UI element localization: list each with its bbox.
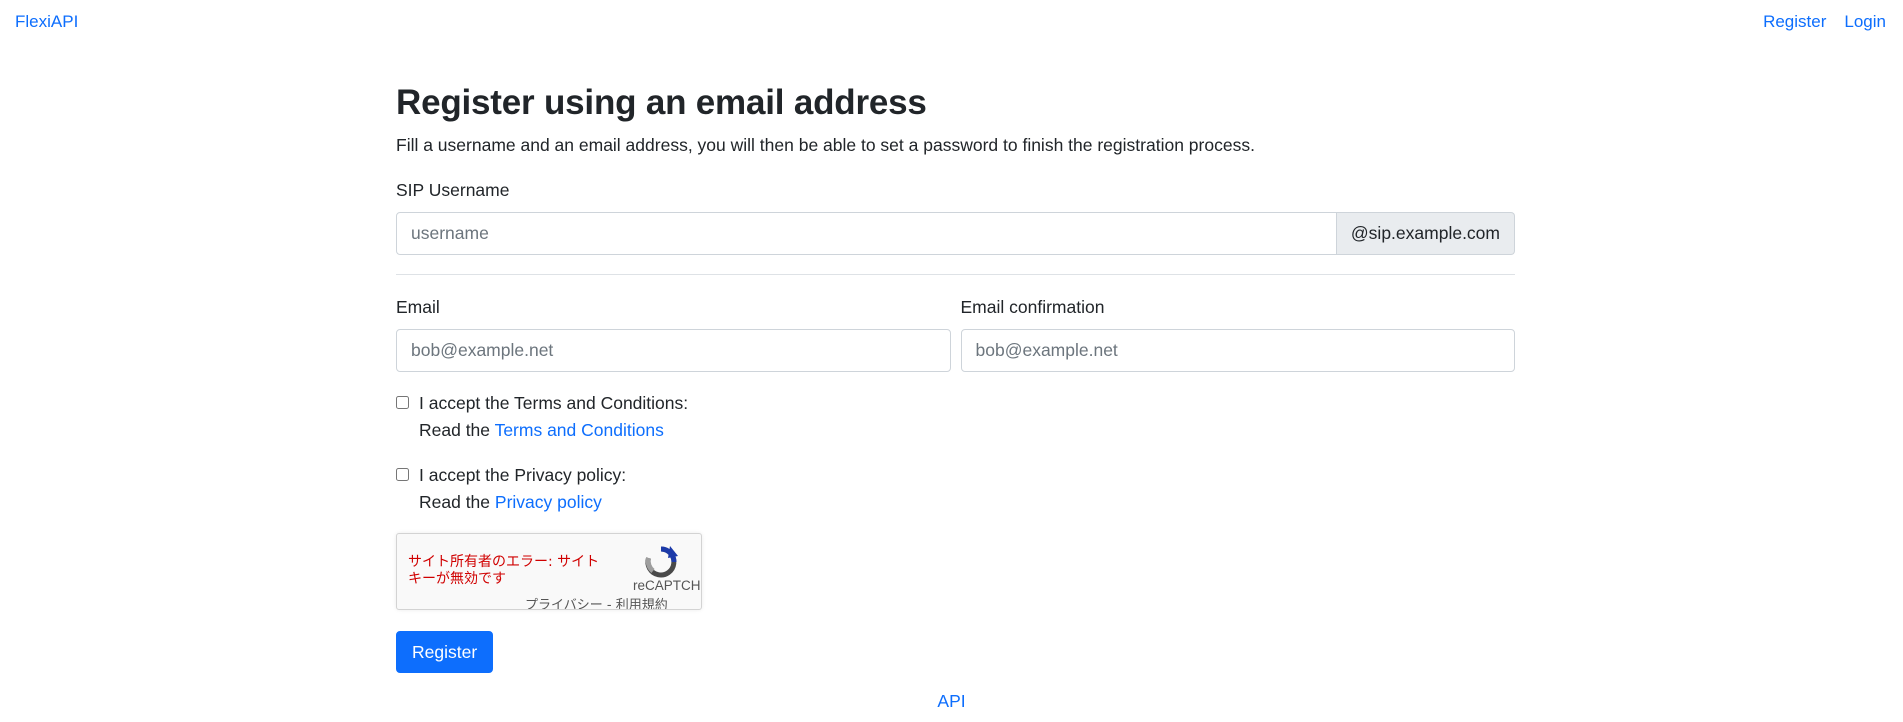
api-link[interactable]: API: [937, 691, 965, 711]
footer: API: [0, 691, 1903, 712]
privacy-checkbox[interactable]: [396, 468, 409, 481]
registration-form: Register using an email address Fill a u…: [396, 80, 1515, 673]
form-divider: [396, 274, 1515, 275]
email-column: Email: [396, 295, 951, 372]
terms-link[interactable]: Terms and Conditions: [495, 420, 664, 440]
terms-checkbox-block: I accept the Terms and Conditions: Read …: [396, 390, 1515, 444]
sip-domain-addon: @sip.example.com: [1336, 212, 1515, 255]
page-title: Register using an email address: [396, 83, 927, 122]
nav-login-link[interactable]: Login: [1844, 12, 1886, 32]
terms-checkbox-label: I accept the Terms and Conditions:: [419, 393, 689, 413]
terms-read-line: Read the Terms and Conditions: [419, 417, 1515, 444]
email-confirmation-column: Email confirmation: [960, 295, 1515, 372]
email-label: Email: [396, 297, 440, 317]
email-confirmation-label: Email confirmation: [960, 297, 1105, 317]
recaptcha-privacy-link[interactable]: プライバシー: [525, 598, 603, 609]
recaptcha-widget[interactable]: サイト所有者のエラー: サイトキーが無効です reCAPTCH プライバシー -…: [396, 533, 702, 610]
privacy-checkbox-label: I accept the Privacy policy:: [419, 465, 627, 485]
terms-checkbox[interactable]: [396, 396, 409, 409]
register-button[interactable]: Register: [396, 631, 494, 673]
brand-link[interactable]: FlexiAPI: [15, 12, 78, 32]
recaptcha-terms-link[interactable]: 利用規約: [616, 598, 668, 609]
email-confirmation-input[interactable]: [960, 329, 1515, 372]
recaptcha-brand-text: reCAPTCH: [633, 578, 701, 593]
privacy-read-prefix: Read the: [419, 492, 491, 512]
recaptcha-error-message: サイト所有者のエラー: サイトキーが無効です: [408, 554, 600, 587]
top-nav: Register Login: [1763, 12, 1886, 32]
recaptcha-links: プライバシー - 利用規約: [525, 594, 668, 610]
terms-read-prefix: Read the: [419, 420, 491, 440]
sip-username-group: @sip.example.com: [396, 212, 1515, 255]
privacy-checkbox-block: I accept the Privacy policy: Read the Pr…: [396, 462, 1515, 516]
recaptcha-link-separator: -: [602, 598, 616, 610]
recaptcha-logo-icon: [645, 546, 678, 578]
privacy-link[interactable]: Privacy policy: [495, 492, 602, 512]
nav-register-link[interactable]: Register: [1763, 12, 1826, 32]
page-description: Fill a username and an email address, yo…: [396, 135, 1255, 155]
sip-username-label: SIP Username: [396, 180, 510, 200]
email-row: Email Email confirmation: [396, 295, 1515, 372]
privacy-read-line: Read the Privacy policy: [419, 489, 1515, 516]
email-input[interactable]: [396, 329, 951, 372]
sip-username-input[interactable]: [396, 212, 1337, 255]
